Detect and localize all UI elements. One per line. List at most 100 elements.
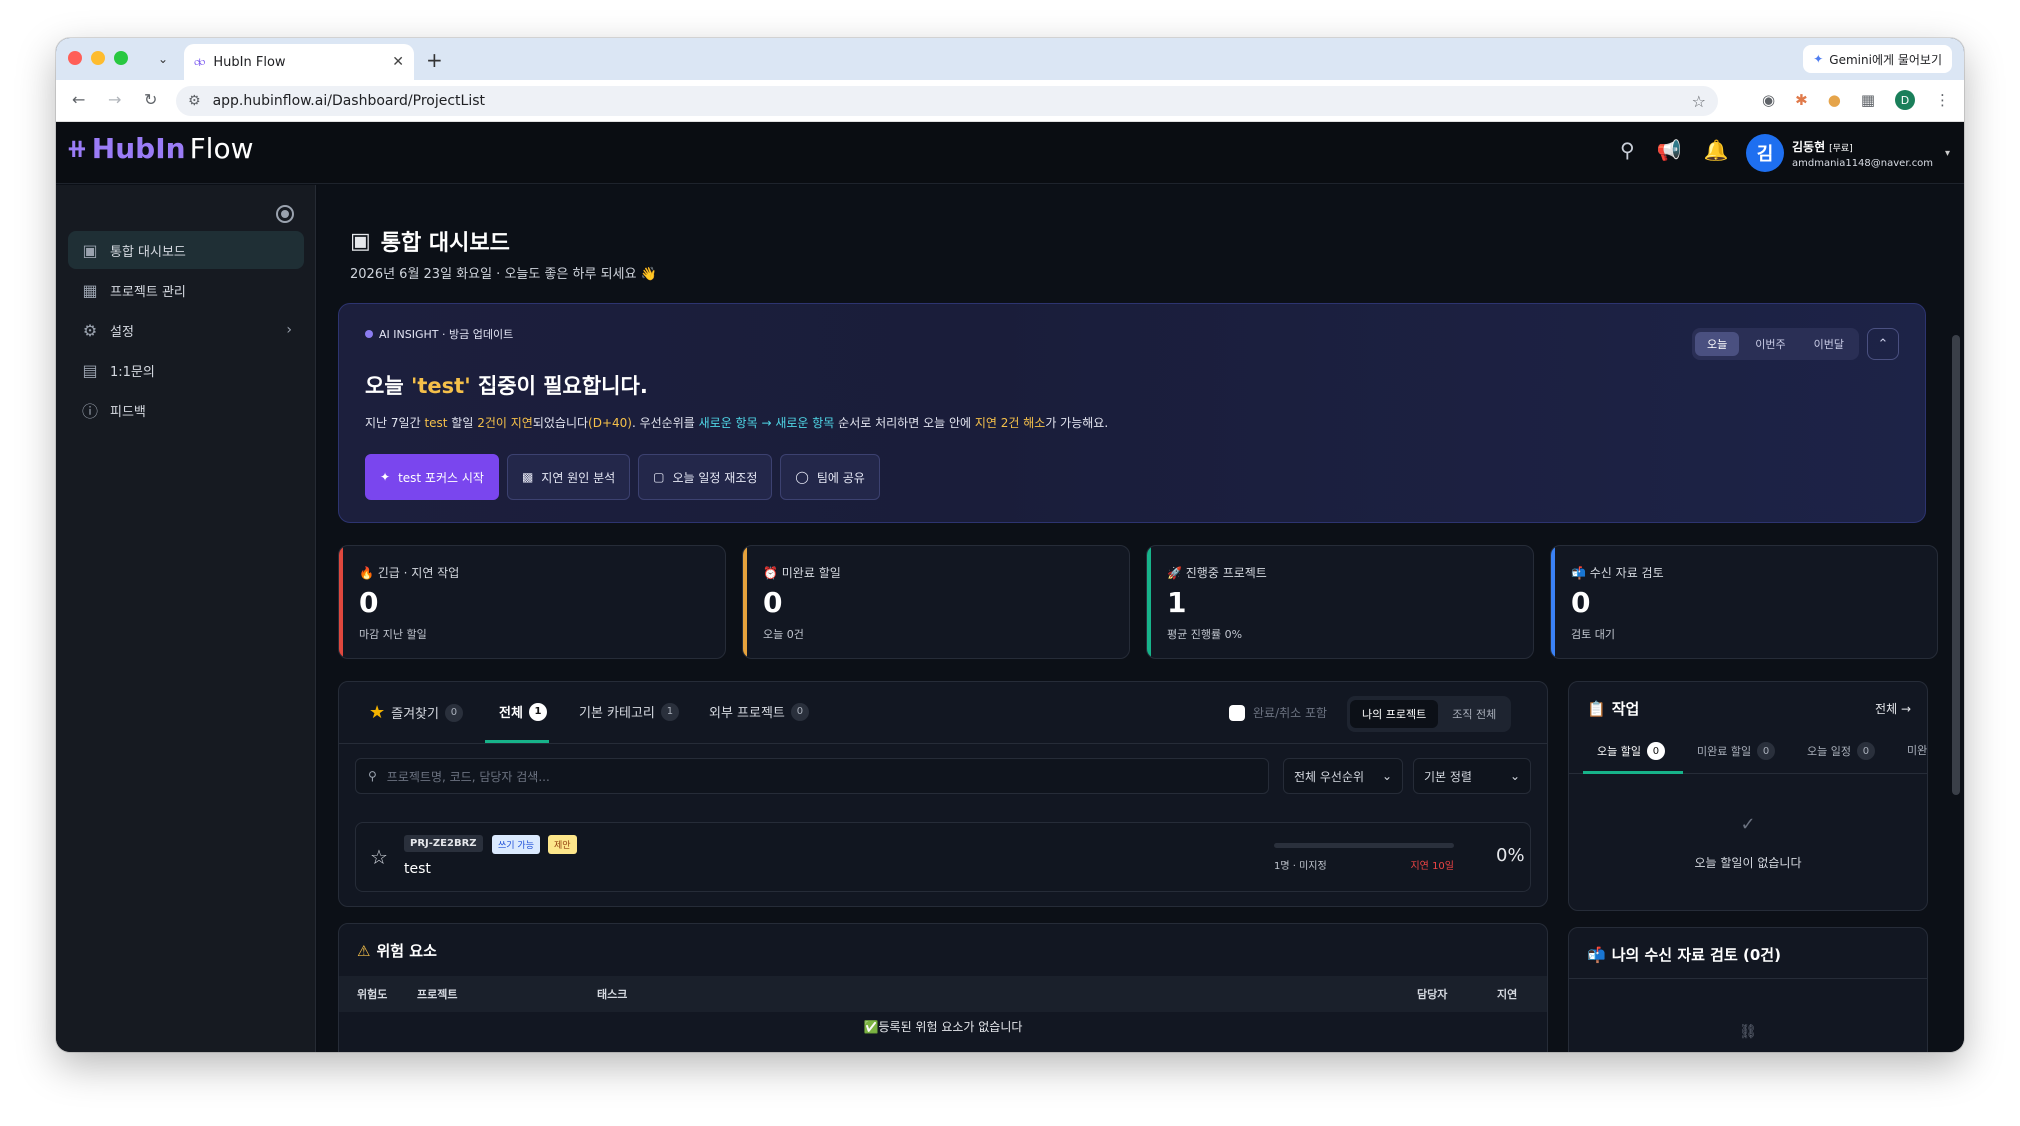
sidebar-pin-icon[interactable] [276, 205, 294, 223]
tab-all[interactable]: 전체 1 [499, 702, 547, 721]
sidebar-item-feedback[interactable]: ⓘ 피드백 [68, 391, 304, 429]
zoom-window-button[interactable] [114, 51, 128, 65]
favorite-star-icon[interactable]: ☆ [370, 845, 388, 869]
close-window-button[interactable] [68, 51, 82, 65]
tab-count: 0 [1856, 742, 1875, 760]
warning-icon: ⚠ [357, 941, 371, 960]
gemini-button[interactable]: ✦ Gemini에게 물어보기 [1803, 45, 1952, 73]
kpi-card-urgent[interactable]: 🔥 긴급 · 지연 작업 0 마감 지난 할일 [338, 545, 726, 659]
include-done-checkbox[interactable]: 완료/취소 포함 [1229, 704, 1327, 721]
tab-favorites[interactable]: ★ 즐겨찾기 0 [369, 702, 463, 723]
sidebar-item-label: 프로젝트 관리 [110, 284, 186, 300]
reschedule-button[interactable]: ▢ 오늘 일정 재조정 [638, 454, 773, 500]
scrollbar[interactable] [1952, 335, 1960, 795]
sidebar-item-projects[interactable]: ▦ 프로젝트 관리 [68, 271, 304, 309]
browser-tab[interactable]: ⧞ HubIn Flow ✕ [184, 44, 414, 80]
tab-today-tasks[interactable]: 오늘 할일 0 [1597, 742, 1665, 760]
column-header: 위험도 [357, 988, 388, 1001]
info-icon: ⓘ [81, 402, 98, 421]
sidebar-item-settings[interactable]: ⚙ 설정 › [68, 311, 304, 349]
select-value: 기본 정렬 [1424, 769, 1472, 784]
tab-incomplete-more[interactable]: 미완 [1907, 742, 1927, 758]
camera-icon[interactable]: ◉ [1762, 91, 1775, 109]
sidebar-item-inquiry[interactable]: ▤ 1:1문의 [68, 351, 304, 389]
kpi-card-received[interactable]: 📬 수신 자료 검토 0 검토 대기 [1550, 545, 1938, 659]
search-icon[interactable]: ⚲ [1620, 138, 1635, 162]
chevron-down-icon: ⌄ [1509, 769, 1520, 783]
tab-title: HubIn Flow [213, 54, 286, 70]
address-bar[interactable]: ⚙ app.hubinflow.ai/Dashboard/ProjectList… [176, 86, 1718, 116]
scope-organization[interactable]: 조직 전체 [1440, 700, 1508, 728]
focus-start-button[interactable]: ✦ test 포커스 시작 [365, 454, 499, 500]
kpi-card-incomplete[interactable]: ⏰ 미완료 할일 0 오늘 0건 [742, 545, 1130, 659]
ai-insight-card: AI INSIGHT · 방금 업데이트 오늘 이번주 이번달 ⌃ 오늘 'te… [338, 303, 1926, 523]
dashboard-icon: ▣ [82, 240, 98, 260]
ai-insight-badge: AI INSIGHT · 방금 업데이트 [365, 326, 513, 342]
period-toggle: 오늘 이번주 이번달 [1692, 328, 1859, 360]
tasks-empty-text: 오늘 할일이 없습니다 [1694, 856, 1802, 870]
tasks-all-link[interactable]: 전체 → [1875, 700, 1911, 717]
period-month[interactable]: 이번달 [1802, 332, 1856, 356]
sidebar: ▣ 통합 대시보드 ▦ 프로젝트 관리 ⚙ 설정 › ▤ 1:1문의 ⓘ 피드백 [56, 185, 316, 1052]
page-title-text: 통합 대시보드 [380, 231, 510, 256]
share-team-button[interactable]: ◯ 팀에 공유 [780, 454, 880, 500]
chevron-down-icon: ▾ [1945, 147, 1951, 159]
kpi-sub: 평균 진행률 0% [1167, 628, 1243, 641]
tab-external-projects[interactable]: 외부 프로젝트 0 [709, 702, 809, 721]
sidebar-item-dashboard[interactable]: ▣ 통합 대시보드 [68, 231, 304, 269]
minimize-window-button[interactable] [91, 51, 105, 65]
tab-default-category[interactable]: 기본 카테고리 1 [579, 702, 679, 721]
column-header: 담당자 [1417, 988, 1448, 1001]
new-tab-button[interactable]: + [426, 48, 443, 72]
puzzle-icon[interactable]: ▦ [1861, 91, 1875, 109]
gear-icon: ⚙ [82, 320, 98, 340]
page-subtitle: 2026년 6월 23일 화요일 · 오늘도 좋은 하루 되세요 👋 [350, 267, 657, 282]
scope-my-projects[interactable]: 나의 프로젝트 [1350, 700, 1439, 728]
desc-text: 되었습니다 [532, 416, 589, 430]
button-label: 팀에 공유 [816, 470, 865, 485]
page-title: ▣ 통합 대시보드 [350, 225, 510, 257]
project-search-input[interactable]: ⚲ 프로젝트명, 코드, 담당자 검색... [355, 758, 1269, 794]
site-info-icon[interactable]: ⚙ [188, 93, 201, 109]
checkbox-icon [1229, 704, 1245, 721]
sort-select[interactable]: 기본 정렬 ⌄ [1413, 758, 1531, 794]
desc-highlight: 2건이 지연 [477, 416, 533, 430]
sidebar-item-label: 1:1문의 [110, 364, 155, 380]
profile-avatar[interactable]: D [1895, 90, 1915, 110]
tab-search-dropdown-icon[interactable]: ⌄ [150, 46, 176, 72]
claude-extension-icon[interactable]: ✱ [1795, 91, 1808, 109]
project-code: PRJ-ZE2BRZ [404, 835, 483, 852]
bell-icon[interactable]: 🔔 [1704, 138, 1729, 162]
chat-bubble-icon: ◯ [795, 470, 809, 484]
chevron-up-icon[interactable]: ⌃ [1867, 328, 1899, 360]
project-row[interactable]: ☆ PRJ-ZE2BRZ 쓰기 가능 제안 test 1명 · 미지정 지연 1… [355, 822, 1531, 892]
menu-dots-icon[interactable]: ⋮ [1935, 91, 1950, 109]
reload-icon[interactable]: ↻ [144, 90, 157, 109]
kpi-sub: 마감 지난 할일 [359, 628, 427, 641]
period-week[interactable]: 이번주 [1743, 332, 1797, 356]
period-today[interactable]: 오늘 [1695, 332, 1740, 356]
delay-analysis-button[interactable]: ▩ 지연 원인 분석 [506, 454, 631, 500]
risk-title-text: 위험 요소 [376, 942, 437, 960]
extension-icons: ◉ ✱ ● ▦ D ⋮ [1762, 90, 1950, 110]
kpi-label: ⏰ 미완료 할일 [763, 566, 841, 580]
tab-today-schedule[interactable]: 오늘 일정 0 [1807, 742, 1875, 760]
sparkle-icon: ✦ [380, 470, 391, 484]
priority-select[interactable]: 전체 우선순위 ⌄ [1283, 758, 1403, 794]
kpi-card-in-progress[interactable]: 🚀 진행중 프로젝트 1 평균 진행률 0% [1146, 545, 1534, 659]
forward-icon[interactable]: → [108, 90, 121, 109]
tab-incomplete-tasks[interactable]: 미완료 할일 0 [1697, 742, 1776, 760]
column-header: 프로젝트 [417, 988, 458, 1001]
app-logo[interactable]: ⧺ HubIn Flow [66, 132, 253, 165]
headline-pre: 오늘 [365, 374, 411, 398]
close-tab-icon[interactable]: ✕ [392, 54, 404, 70]
desc-text: 순서로 처리하면 오늘 안에 [834, 416, 975, 430]
kpi-value: 1 [1167, 586, 1187, 619]
desc-text: 할일 [447, 416, 478, 430]
favicon-icon: ⧞ [194, 54, 206, 70]
bookmark-star-icon[interactable]: ☆ [1692, 92, 1706, 111]
back-icon[interactable]: ← [72, 90, 85, 109]
megaphone-icon[interactable]: 📢 [1657, 138, 1682, 162]
user-menu[interactable]: 김 김동현 [무료] amdmania1148@naver.com ▾ [1746, 134, 1950, 172]
extension-icon[interactable]: ● [1828, 91, 1841, 109]
